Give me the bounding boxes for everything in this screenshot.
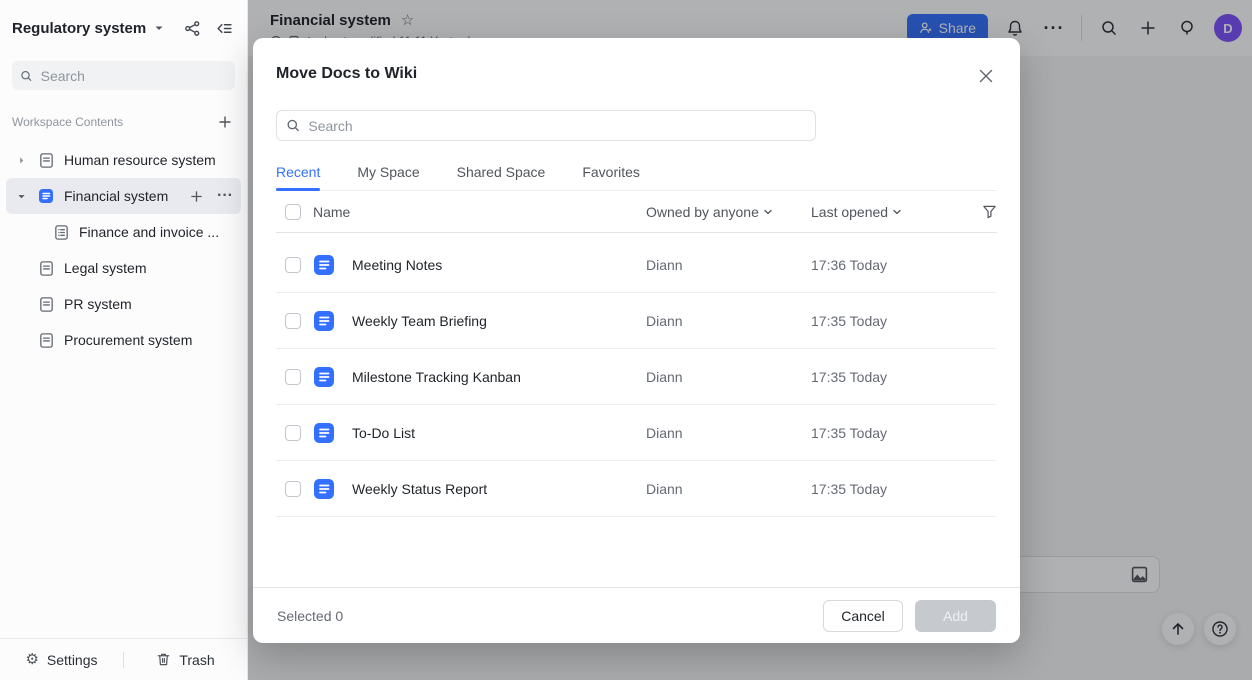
doc-owner: Diann — [646, 425, 811, 441]
sidebar-item-pr-system[interactable]: PR system — [6, 286, 241, 322]
sidebar-item-financial-system[interactable]: Financial system ··· — [6, 178, 241, 214]
doc-owner: Diann — [646, 257, 811, 273]
tab-recent[interactable]: Recent — [276, 153, 320, 190]
doc-owner: Diann — [646, 481, 811, 497]
cancel-button[interactable]: Cancel — [823, 600, 903, 632]
search-icon — [286, 118, 300, 133]
trash-icon — [156, 652, 171, 667]
sheet-outline-icon — [52, 223, 70, 241]
dialog-search-input[interactable] — [308, 118, 806, 134]
collapse-sidebar-icon[interactable] — [216, 20, 233, 37]
dialog-title: Move Docs to Wiki — [276, 65, 417, 83]
sidebar-item-human-resource-system[interactable]: Human resource system — [6, 142, 241, 178]
item-more-icon[interactable]: ··· — [217, 187, 233, 205]
column-owner-filter[interactable]: Owned by anyone — [646, 204, 811, 220]
doc-name: Weekly Status Report — [352, 481, 646, 497]
doc-row-milestone-tracking-kanban[interactable]: Milestone Tracking Kanban Diann 17:35 To… — [276, 349, 997, 405]
sidebar: Regulatory system Workspace Contents — [0, 0, 248, 680]
doc-name: Meeting Notes — [352, 257, 646, 273]
sidebar-item-finance-and-invoice[interactable]: Finance and invoice ... — [6, 214, 241, 250]
chevron-down-icon[interactable] — [12, 192, 30, 201]
doc-outline-icon — [37, 259, 55, 277]
doc-last-opened: 17:35 Today — [811, 313, 887, 329]
row-checkbox[interactable] — [285, 425, 301, 441]
add-page-icon[interactable] — [189, 189, 204, 204]
settings-button[interactable]: ⚙ Settings — [0, 652, 123, 668]
search-icon — [20, 69, 33, 83]
doc-icon — [313, 254, 335, 276]
doc-icon — [313, 422, 335, 444]
dialog-footer: Selected 0 Cancel Add — [253, 587, 1020, 643]
doc-outline-icon — [37, 295, 55, 313]
doc-owner: Diann — [646, 313, 811, 329]
doc-name: Milestone Tracking Kanban — [352, 369, 646, 385]
doc-outline-icon — [37, 331, 55, 349]
sidebar-item-label: Procurement system — [64, 332, 192, 348]
doc-outline-icon — [37, 151, 55, 169]
add-content-icon[interactable] — [217, 114, 233, 130]
gear-icon: ⚙ — [25, 652, 38, 667]
settings-label: Settings — [47, 652, 98, 668]
doc-last-opened: 17:35 Today — [811, 481, 887, 497]
row-checkbox[interactable] — [285, 481, 301, 497]
close-icon[interactable] — [974, 64, 998, 88]
select-all-checkbox[interactable] — [285, 204, 301, 220]
tab-shared-space[interactable]: Shared Space — [457, 153, 546, 190]
row-checkbox[interactable] — [285, 313, 301, 329]
selected-count: Selected 0 — [277, 608, 343, 624]
filter-icon[interactable] — [982, 204, 997, 219]
add-button[interactable]: Add — [915, 600, 996, 632]
app-window: Financial system ☆ Last modified 11:11 Y… — [0, 0, 1252, 680]
chevron-down-icon — [154, 23, 164, 33]
move-docs-to-wiki-dialog: Move Docs to Wiki Recent My Space Shared… — [253, 38, 1020, 643]
dialog-tabs: Recent My Space Shared Space Favorites — [276, 153, 997, 191]
sidebar-item-legal-system[interactable]: Legal system — [6, 250, 241, 286]
doc-name: Weekly Team Briefing — [352, 313, 646, 329]
doc-last-opened: 17:35 Today — [811, 369, 887, 385]
doc-list: Meeting Notes Diann 17:36 Today Weekly T… — [276, 233, 997, 517]
workspace-tree: Human resource system Financial system ·… — [0, 142, 247, 358]
doc-icon — [313, 478, 335, 500]
sidebar-item-procurement-system[interactable]: Procurement system — [6, 322, 241, 358]
doc-icon — [313, 366, 335, 388]
doc-row-to-do-list[interactable]: To-Do List Diann 17:35 Today — [276, 405, 997, 461]
doc-row-meeting-notes[interactable]: Meeting Notes Diann 17:36 Today — [276, 237, 997, 293]
doc-last-opened: 17:35 Today — [811, 425, 887, 441]
workspace-contents-header: Workspace Contents — [0, 114, 247, 130]
sidebar-item-label: Finance and invoice ... — [79, 224, 219, 240]
last-opened-label: Last opened — [811, 204, 888, 220]
chevron-down-icon — [892, 207, 902, 217]
doc-name: To-Do List — [352, 425, 646, 441]
sidebar-search[interactable] — [12, 61, 235, 90]
section-label: Workspace Contents — [12, 115, 123, 129]
doc-row-weekly-team-briefing[interactable]: Weekly Team Briefing Diann 17:35 Today — [276, 293, 997, 349]
dialog-search[interactable] — [276, 110, 816, 141]
chevron-down-icon — [763, 207, 773, 217]
doc-filled-blue-icon — [37, 187, 55, 205]
workspace-title: Regulatory system — [12, 20, 146, 37]
row-checkbox[interactable] — [285, 369, 301, 385]
doc-icon — [313, 310, 335, 332]
doc-row-weekly-status-report[interactable]: Weekly Status Report Diann 17:35 Today — [276, 461, 997, 517]
owner-filter-label: Owned by anyone — [646, 204, 759, 220]
doc-last-opened: 17:36 Today — [811, 257, 887, 273]
trash-label: Trash — [179, 652, 214, 668]
sidebar-item-label: Legal system — [64, 260, 146, 276]
tab-my-space[interactable]: My Space — [357, 153, 419, 190]
doc-owner: Diann — [646, 369, 811, 385]
table-header: Name Owned by anyone Last opened — [276, 191, 997, 233]
chevron-right-icon[interactable] — [12, 156, 30, 165]
trash-button[interactable]: Trash — [124, 652, 247, 668]
sidebar-item-label: Human resource system — [64, 152, 216, 168]
column-last-opened-sort[interactable]: Last opened — [811, 204, 902, 220]
sidebar-footer: ⚙ Settings Trash — [0, 638, 247, 680]
row-checkbox[interactable] — [285, 257, 301, 273]
workspace-switcher[interactable]: Regulatory system — [0, 0, 247, 56]
sidebar-item-label: PR system — [64, 296, 132, 312]
sidebar-item-label: Financial system — [64, 188, 168, 204]
share-network-icon[interactable] — [184, 20, 201, 37]
sidebar-search-input[interactable] — [41, 68, 227, 84]
column-name: Name — [313, 204, 646, 220]
tab-favorites[interactable]: Favorites — [582, 153, 640, 190]
